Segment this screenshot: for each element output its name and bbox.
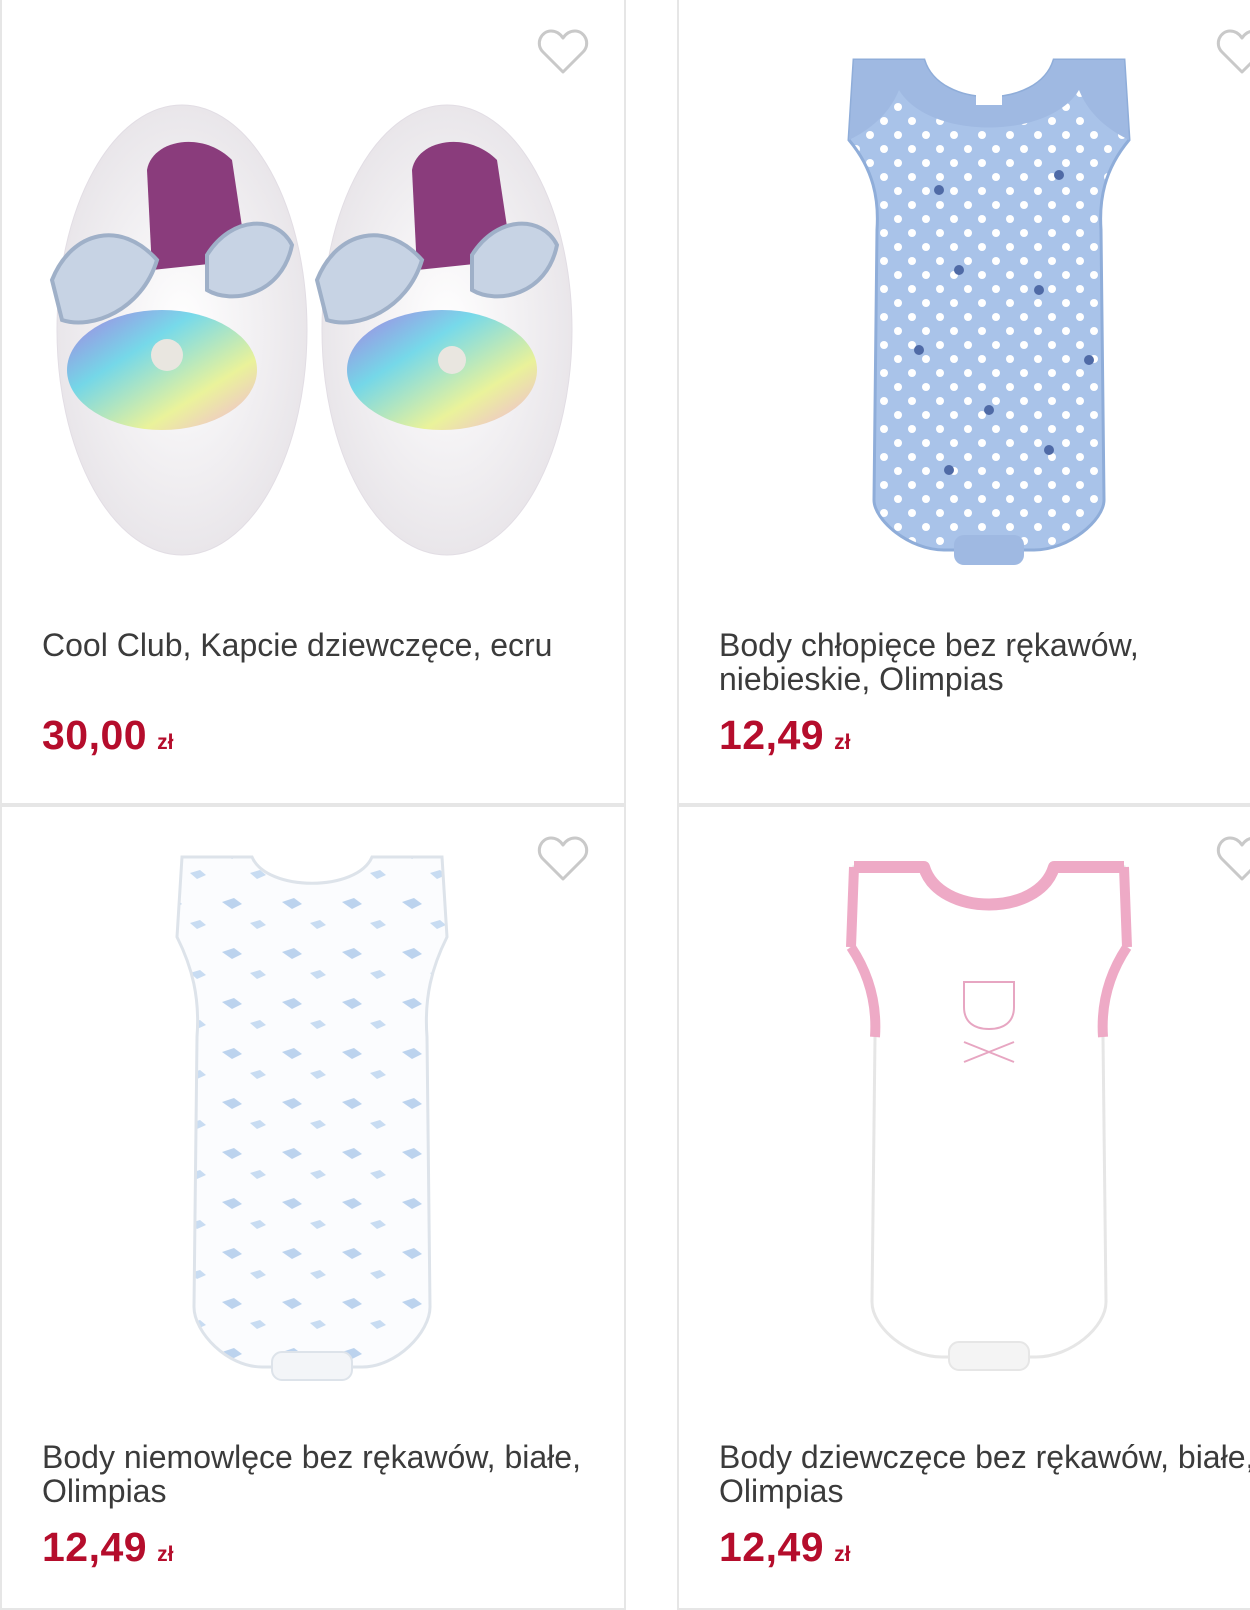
product-name[interactable]: Body niemowlęce bez rękawów, białe, Olim… <box>42 1440 582 1508</box>
product-card[interactable]: Cool Club, Kapcie dziewczęce, ecru 30,00… <box>0 0 626 805</box>
product-card[interactable]: Body niemowlęce bez rękawów, białe, Olim… <box>0 805 626 1610</box>
fairy-slippers-image[interactable] <box>32 30 602 590</box>
price-amount: 12,49 <box>42 1524 148 1570</box>
white-pink-trim-bodysuit-image[interactable] <box>709 837 1250 1397</box>
product-name[interactable]: Cool Club, Kapcie dziewczęce, ecru <box>42 628 582 662</box>
price-amount: 12,49 <box>719 712 825 758</box>
product-name[interactable]: Body dziewczęce bez rękawów, białe, Olim… <box>719 1440 1250 1508</box>
price-amount: 12,49 <box>719 1524 825 1570</box>
white-blue-print-bodysuit-image[interactable] <box>32 837 602 1397</box>
product-price: 12,49 zł <box>719 1524 850 1571</box>
product-card[interactable]: Body dziewczęce bez rękawów, białe, Olim… <box>677 805 1250 1610</box>
product-price: 12,49 zł <box>719 712 850 759</box>
product-card[interactable]: Body chłopięce bez rękawów, niebieskie, … <box>677 0 1250 805</box>
product-name[interactable]: Body chłopięce bez rękawów, niebieskie, … <box>719 628 1250 696</box>
price-currency: zł <box>157 731 174 754</box>
blue-polka-dot-bodysuit-image[interactable] <box>709 30 1250 590</box>
product-price: 30,00 zł <box>42 712 173 759</box>
price-currency: zł <box>834 731 851 754</box>
price-currency: zł <box>157 1543 174 1566</box>
price-currency: zł <box>834 1543 851 1566</box>
price-amount: 30,00 <box>42 712 148 758</box>
product-price: 12,49 zł <box>42 1524 173 1571</box>
